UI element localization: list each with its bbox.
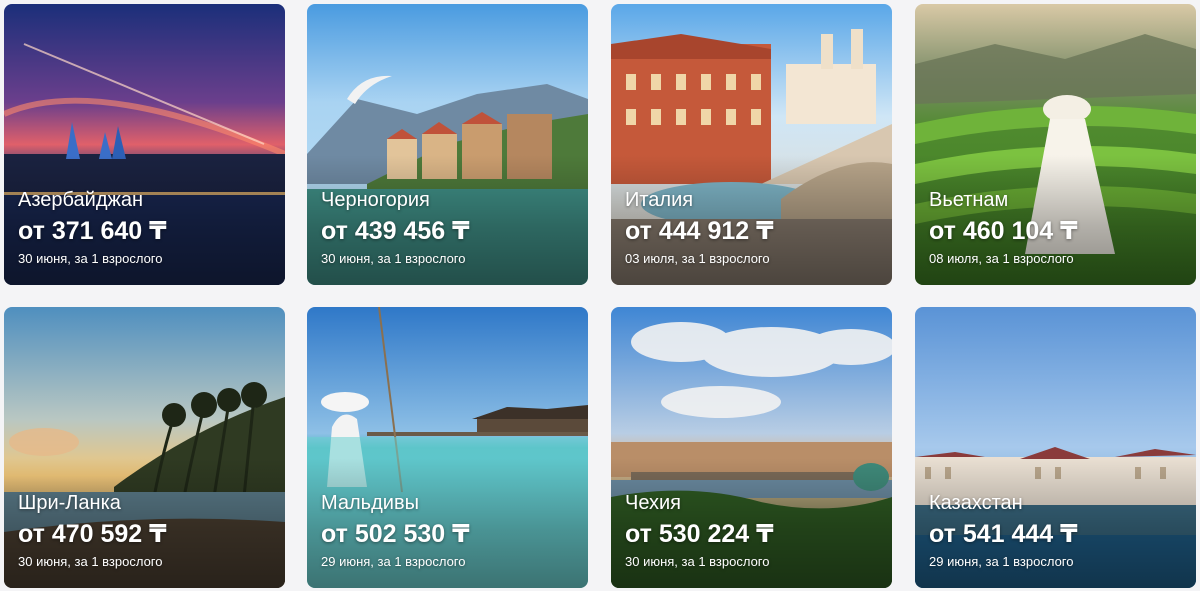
card-info: Черногория от 439 456 ₸ 30 июня, за 1 вз… <box>321 188 470 267</box>
card-info: Казахстан от 541 444 ₸ 29 июня, за 1 взр… <box>929 491 1078 570</box>
destination-card-italy[interactable]: Италия от 444 912 ₸ 03 июля, за 1 взросл… <box>611 4 892 285</box>
destination-card-montenegro[interactable]: Черногория от 439 456 ₸ 30 июня, за 1 вз… <box>307 4 588 285</box>
destination-card-vietnam[interactable]: Вьетнам от 460 104 ₸ 08 июля, за 1 взрос… <box>915 4 1196 285</box>
price-label: от 502 530 ₸ <box>321 520 470 548</box>
destination-card-azerbaijan[interactable]: Азербайджан от 371 640 ₸ 30 июня, за 1 в… <box>4 4 285 285</box>
price-label: от 470 592 ₸ <box>18 520 167 548</box>
price-label: от 371 640 ₸ <box>18 217 167 245</box>
destination-card-maldives[interactable]: Мальдивы от 502 530 ₸ 29 июня, за 1 взро… <box>307 307 588 588</box>
date-and-travelers: 29 июня, за 1 взрослого <box>929 554 1074 569</box>
price-label: от 444 912 ₸ <box>625 217 774 245</box>
destination-card-kazakhstan[interactable]: Казахстан от 541 444 ₸ 29 июня, за 1 взр… <box>915 307 1196 588</box>
country-name: Чехия <box>625 492 682 514</box>
country-name: Черногория <box>321 189 430 211</box>
price-label: от 439 456 ₸ <box>321 217 470 245</box>
card-info: Вьетнам от 460 104 ₸ 08 июля, за 1 взрос… <box>929 188 1078 267</box>
card-info: Мальдивы от 502 530 ₸ 29 июня, за 1 взро… <box>321 491 470 570</box>
country-name: Азербайджан <box>18 189 144 211</box>
card-info: Шри-Ланка от 470 592 ₸ 30 июня, за 1 взр… <box>18 491 167 570</box>
country-name: Вьетнам <box>929 189 1009 211</box>
date-and-travelers: 29 июня, за 1 взрослого <box>321 554 466 569</box>
country-name: Мальдивы <box>321 492 419 514</box>
destination-card-sri-lanka[interactable]: Шри-Ланка от 470 592 ₸ 30 июня, за 1 взр… <box>4 307 285 588</box>
price-label: от 530 224 ₸ <box>625 520 774 548</box>
price-label: от 541 444 ₸ <box>929 520 1078 548</box>
country-name: Казахстан <box>929 492 1023 514</box>
destination-card-czechia[interactable]: Чехия от 530 224 ₸ 30 июня, за 1 взросло… <box>611 307 892 588</box>
country-name: Италия <box>625 189 694 211</box>
card-info: Италия от 444 912 ₸ 03 июля, за 1 взросл… <box>625 188 774 267</box>
price-label: от 460 104 ₸ <box>929 217 1078 245</box>
card-info: Чехия от 530 224 ₸ 30 июня, за 1 взросло… <box>625 491 774 570</box>
date-and-travelers: 30 июня, за 1 взрослого <box>321 251 466 266</box>
country-name: Шри-Ланка <box>18 492 121 514</box>
date-and-travelers: 30 июня, за 1 взрослого <box>18 251 163 266</box>
date-and-travelers: 30 июня, за 1 взрослого <box>625 554 770 569</box>
date-and-travelers: 30 июня, за 1 взрослого <box>18 554 163 569</box>
card-info: Азербайджан от 371 640 ₸ 30 июня, за 1 в… <box>18 188 167 267</box>
date-and-travelers: 08 июля, за 1 взрослого <box>929 251 1074 266</box>
destinations-grid: Азербайджан от 371 640 ₸ 30 июня, за 1 в… <box>0 0 1200 591</box>
date-and-travelers: 03 июля, за 1 взрослого <box>625 251 770 266</box>
